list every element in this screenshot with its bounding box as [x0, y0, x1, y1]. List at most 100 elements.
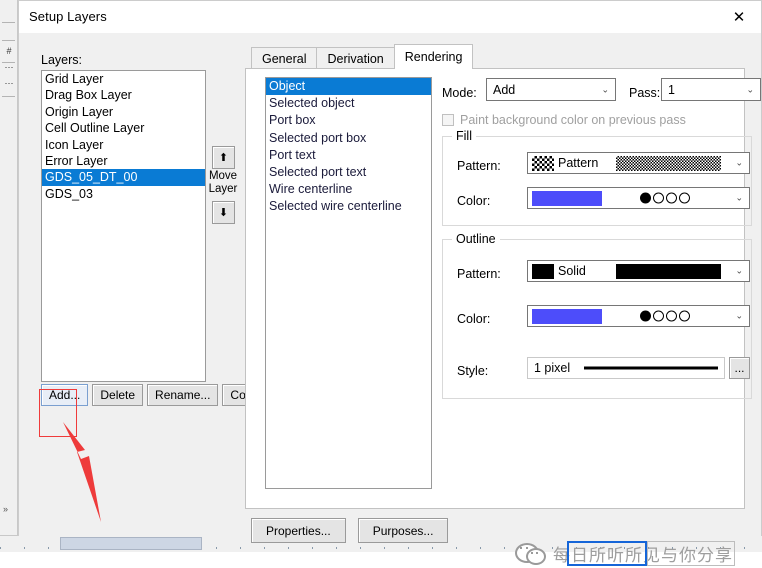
render-target-item[interactable]: Port box [266, 112, 431, 129]
tab-general[interactable]: General [251, 47, 318, 69]
mode-label: Mode: [442, 86, 477, 100]
tab-strip: General Derivation Rendering [251, 44, 474, 69]
render-target-item[interactable]: Selected wire centerline [266, 198, 431, 215]
fill-color-swatch [532, 191, 602, 206]
toolbar-separator [2, 22, 15, 23]
fill-pattern-value: Pattern [558, 156, 599, 170]
outline-group: Outline Pattern: Solid ⌄ Color: ⌄ Style:… [442, 232, 752, 399]
expand-toolbar-icon[interactable]: » [3, 504, 8, 514]
stipple-dot [653, 310, 664, 322]
stipple-dot [666, 310, 677, 322]
dots-icon[interactable]: ⋯ [3, 62, 15, 72]
stipple-dot [679, 192, 690, 204]
footer-buttons: Properties... Purposes... [251, 518, 449, 543]
render-target-item[interactable]: Selected object [266, 95, 431, 112]
fill-pattern-label: Pattern: [457, 159, 501, 173]
move-layer-label: Move Layer [208, 170, 238, 195]
fill-color-stipple-dots [640, 192, 690, 204]
stipple-dot [666, 192, 677, 204]
fill-pattern-swatch-icon [532, 156, 554, 171]
outline-pattern-select[interactable]: Solid ⌄ [527, 260, 750, 282]
dots-icon[interactable]: ⋯ [3, 78, 15, 88]
watermark-accent-box [567, 541, 647, 566]
dialog-body: Layers: Grid Layer Drag Box Layer Origin L… [19, 33, 761, 566]
render-target-item[interactable]: Port text [266, 147, 431, 164]
properties-button[interactable]: Properties... [251, 518, 346, 543]
layer-list-item[interactable]: Icon Layer [42, 137, 205, 153]
chevron-down-icon: ⌄ [735, 265, 743, 276]
stipple-dot [640, 310, 651, 322]
mode-value: Add [493, 82, 516, 97]
watermark-secondary-box [647, 541, 735, 566]
purposes-button[interactable]: Purposes... [357, 518, 449, 543]
layer-list-item[interactable]: Origin Layer [42, 104, 205, 120]
render-target-item[interactable]: Selected port box [266, 130, 431, 147]
stipple-dot [640, 192, 651, 204]
chevron-down-icon: ⌄ [735, 157, 743, 168]
outline-color-label: Color: [457, 312, 491, 326]
fill-group: Fill Pattern: Pattern ⌄ Color: ⌄ [442, 129, 752, 226]
background-left-toolbar[interactable]: # ⋯ ⋯ » [0, 0, 18, 536]
paint-background-checkbox[interactable]: Paint background color on previous pass [442, 113, 686, 127]
outline-style-label: Style: [457, 364, 489, 378]
tab-rendering[interactable]: Rendering [393, 44, 474, 69]
outline-color-select[interactable]: ⌄ [527, 305, 750, 327]
outline-pattern-label: Pattern: [457, 267, 501, 281]
rename-button[interactable]: Rename... [147, 384, 219, 406]
chevron-down-icon: ⌄ [735, 310, 743, 321]
fill-pattern-preview [616, 156, 721, 171]
pass-label: Pass: [629, 86, 661, 100]
arrow-up-icon: ⬆ [218, 152, 229, 164]
tab-derivation[interactable]: Derivation [316, 47, 395, 69]
outline-style-browse-button[interactable]: ... [729, 357, 750, 379]
layer-list-item[interactable]: Cell Outline Layer [42, 120, 205, 136]
checkbox-icon [442, 114, 454, 126]
chevron-down-icon: ⌄ [746, 84, 754, 94]
layers-label: Layers: [41, 53, 82, 67]
move-layer-up-button[interactable]: ⬆ [212, 146, 235, 169]
stipple-dot [653, 192, 664, 204]
stipple-dot [679, 310, 690, 322]
render-target-listbox[interactable]: Object Selected object Port box Selected po… [265, 77, 432, 489]
outline-style-value: 1 pixel [534, 361, 571, 375]
fill-pattern-select[interactable]: Pattern ⌄ [527, 152, 750, 174]
toolbar-separator [2, 40, 15, 41]
pass-select[interactable]: 1 ⌄ [661, 78, 761, 101]
render-target-item[interactable]: Object [266, 78, 431, 96]
horizontal-scrollbar[interactable] [60, 537, 202, 550]
outline-color-swatch [532, 309, 602, 324]
annotation-highlight-box [39, 389, 77, 437]
hash-icon[interactable]: # [3, 46, 15, 56]
pass-value: 1 [668, 82, 675, 97]
layer-list-item[interactable]: Drag Box Layer [42, 87, 205, 103]
layers-listbox[interactable]: Grid Layer Drag Box Layer Origin Layer Cell… [41, 70, 206, 382]
outline-style-field[interactable]: 1 pixel [527, 357, 725, 379]
layer-list-item[interactable]: GDS_05_DT_00 [42, 169, 205, 186]
fill-legend: Fill [452, 129, 476, 143]
outline-legend: Outline [452, 232, 500, 246]
layer-list-item[interactable]: Error Layer [42, 153, 205, 169]
rendering-tab-panel: Object Selected object Port box Selected po… [245, 68, 761, 509]
setup-layers-dialog: Setup Layers ✕ Layers: Grid Layer Drag Bo… [18, 0, 762, 566]
mode-select[interactable]: Add ⌄ [486, 78, 616, 101]
arrow-down-icon: ⬇ [218, 207, 229, 219]
close-icon[interactable]: ✕ [717, 1, 761, 32]
render-target-item[interactable]: Wire centerline [266, 181, 431, 198]
outline-color-stipple-dots [640, 310, 690, 322]
layer-list-item[interactable]: Grid Layer [42, 71, 205, 87]
outline-pattern-preview [616, 264, 721, 279]
delete-button[interactable]: Delete [92, 384, 144, 406]
paint-background-label: Paint background color on previous pass [460, 113, 686, 127]
fill-color-label: Color: [457, 194, 491, 208]
wechat-icon [515, 543, 546, 565]
outline-pattern-value: Solid [558, 264, 586, 278]
render-target-item[interactable]: Selected port text [266, 164, 431, 181]
dialog-titlebar: Setup Layers ✕ [19, 1, 761, 33]
move-layer-down-button[interactable]: ⬇ [212, 201, 235, 224]
toolbar-separator [2, 96, 15, 97]
fill-color-select[interactable]: ⌄ [527, 187, 750, 209]
layer-list-item[interactable]: GDS_03 [42, 186, 205, 202]
page-title: Setup Layers [29, 9, 107, 24]
chevron-down-icon: ⌄ [601, 84, 609, 94]
chevron-down-icon: ⌄ [735, 192, 743, 203]
